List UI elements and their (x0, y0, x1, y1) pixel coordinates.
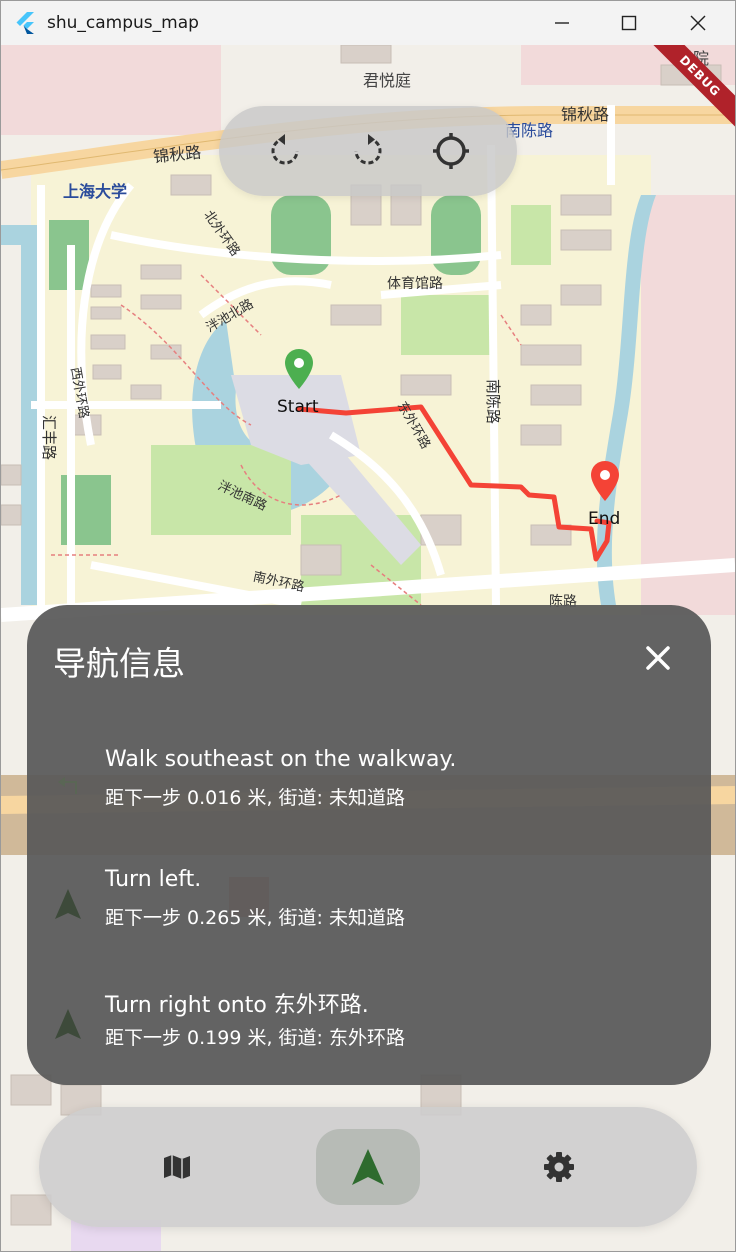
end-label: End (588, 509, 621, 529)
bottom-navigation-bar (39, 1107, 697, 1227)
close-window-button[interactable] (675, 1, 721, 45)
maximize-icon (621, 15, 637, 31)
step-detail: 距下一步 0.199 米, 街道: 东外环路 (105, 1027, 405, 1049)
step-instruction: Turn left. (105, 867, 202, 892)
locate-button[interactable] (427, 127, 475, 175)
panel-title: 导航信息 (53, 644, 185, 683)
map-label: 体育馆路 (387, 276, 443, 292)
nav-step[interactable]: Turn left. 距下一步 0.265 米, 街道: 未知道路 (27, 867, 711, 977)
close-panel-button[interactable] (641, 641, 675, 675)
start-label: Start (277, 397, 319, 417)
flutter-logo-icon (16, 12, 34, 34)
maximize-button[interactable] (606, 1, 652, 45)
map-controls (219, 106, 517, 196)
navigation-info-panel: 导航信息 Walk southeast on the walkway. 距下一步… (27, 605, 711, 1085)
gear-icon (544, 1152, 574, 1182)
end-marker-icon[interactable] (591, 461, 619, 501)
nav-item-map[interactable] (125, 1129, 229, 1205)
map-label: 君悦庭 (363, 71, 412, 90)
rotate-right-button[interactable] (344, 127, 392, 175)
map-label: 汇丰路 (40, 414, 59, 461)
map-icon (164, 1155, 190, 1179)
minimize-button[interactable] (539, 1, 585, 45)
start-marker-icon[interactable] (285, 349, 313, 389)
close-icon (690, 15, 706, 31)
map-label: 锦秋路 (152, 142, 203, 167)
rotate-left-icon (271, 134, 299, 165)
step-instruction: Turn right onto 东外环路. (105, 993, 369, 1018)
navigation-arrow-icon (55, 889, 81, 919)
navigation-arrow-icon (55, 1009, 81, 1039)
nav-item-settings[interactable] (507, 1129, 611, 1205)
turn-left-arrow-icon (58, 777, 77, 794)
nav-step[interactable]: Turn right onto 东外环路. 距下一步 0.199 米, 街道: … (27, 987, 711, 1097)
rotate-left-button[interactable] (261, 127, 309, 175)
close-icon (646, 646, 670, 670)
step-detail: 距下一步 0.016 米, 街道: 未知道路 (105, 787, 405, 809)
nav-item-navigation[interactable] (316, 1129, 420, 1205)
map-label: 上海大学 (63, 182, 128, 201)
window-title: shu_campus_map (47, 13, 199, 33)
map-label: 锦秋路 (561, 105, 610, 124)
map-label: 南陈路 (484, 378, 503, 425)
minimize-icon (555, 22, 569, 24)
step-detail: 距下一步 0.265 米, 街道: 未知道路 (105, 907, 405, 929)
title-bar[interactable]: shu_campus_map (1, 1, 735, 45)
step-instruction: Walk southeast on the walkway. (105, 747, 457, 772)
navigation-icon (352, 1149, 384, 1185)
nav-step[interactable]: Walk southeast on the walkway. 距下一步 0.01… (27, 747, 711, 857)
crosshair-icon (433, 133, 470, 169)
app-window: shu_campus_map 君悦庭 锦秋路 锦秋路 上海大学 南陈路 南陈路 … (0, 0, 736, 1252)
rotate-right-icon (354, 134, 382, 165)
